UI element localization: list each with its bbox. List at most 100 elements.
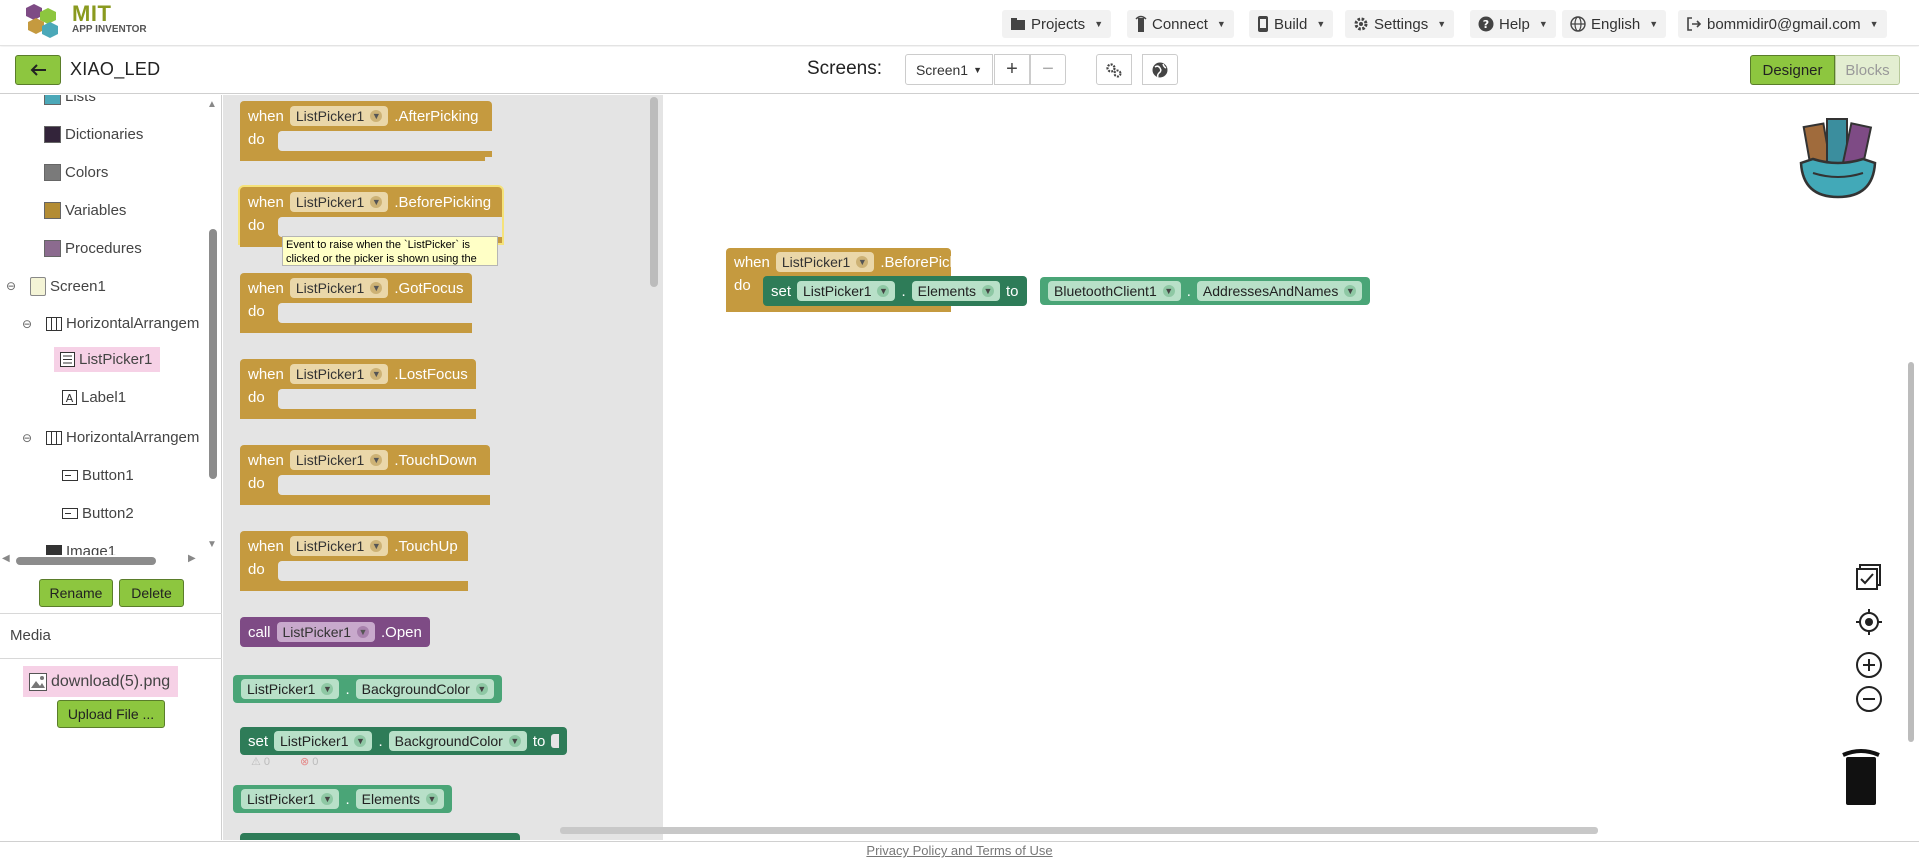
recenter-icon[interactable] — [1855, 608, 1883, 636]
event-block-afterpicking[interactable]: when ListPicker1 ▼ .AfterPicking do — [240, 101, 492, 161]
event-block-touchup[interactable]: when ListPicker1 ▼ .TouchUp do — [240, 531, 468, 591]
privacy-policy-link[interactable]: Privacy Policy and Terms of Use — [866, 843, 1052, 858]
component-dropdown[interactable]: ListPicker1 ▼ — [241, 789, 340, 809]
tree-item-label1[interactable]: A Label1 — [62, 389, 126, 406]
property-dropdown[interactable]: AddressesAndNames ▼ — [1196, 281, 1363, 301]
tree-item-screen1[interactable]: Screen1 — [30, 277, 106, 296]
horizontal-arrangement-icon — [46, 316, 62, 331]
setter-block-backgroundcolor[interactable]: set ListPicker1 ▼ . BackgroundColor ▼ to — [240, 727, 568, 755]
event-name: .BeforePicking — [880, 253, 978, 271]
event-block-lostfocus[interactable]: when ListPicker1 ▼ .LostFocus do — [240, 359, 476, 419]
zoom-out-icon[interactable] — [1855, 685, 1883, 713]
top-navigation-bar: MIT APP INVENTOR Projects ▼ Connect ▼ Buil… — [0, 0, 1919, 46]
component-dropdown[interactable]: BluetoothClient1 ▼ — [1048, 281, 1181, 301]
upload-file-button[interactable]: Upload File ... — [57, 700, 165, 728]
property-dropdown[interactable]: BackgroundColor ▼ — [388, 731, 527, 751]
tree-item-dictionaries[interactable]: Dictionaries — [44, 126, 143, 143]
app-inventor-logo[interactable]: MIT APP INVENTOR — [24, 0, 147, 40]
tree-item-horizontal-arrangement-2[interactable]: HorizontalArrangem — [46, 429, 199, 446]
backpack-icon[interactable] — [1793, 115, 1883, 201]
error-indicator[interactable]: ⊗ 0 — [300, 755, 318, 769]
component-dropdown[interactable]: ListPicker1 ▼ — [289, 106, 389, 126]
clean-up-icon[interactable] — [1855, 563, 1883, 593]
settings-label: Settings — [1374, 15, 1429, 33]
help-menu[interactable]: ? Help ▼ — [1470, 10, 1556, 38]
chevron-down-icon: ▼ — [370, 454, 383, 466]
back-button[interactable] — [15, 55, 61, 85]
scrollbar-thumb[interactable] — [209, 229, 217, 479]
language-menu[interactable]: English ▼ — [1562, 10, 1667, 38]
collapse-toggle-icon[interactable]: ⊖ — [22, 431, 32, 445]
scroll-right-icon[interactable]: ▶ — [188, 553, 196, 564]
account-menu[interactable]: bommidir0@gmail.com ▼ — [1678, 10, 1887, 38]
tree-horizontal-scrollbar[interactable]: ◀ ▶ — [2, 553, 204, 567]
component-dropdown[interactable]: ListPicker1 ▼ — [289, 536, 389, 556]
block-footer — [240, 151, 485, 161]
blocks-tree: Lists Dictionaries Colors Variables Proc… — [0, 95, 205, 555]
scrollbar-thumb[interactable] — [16, 557, 156, 565]
scroll-left-icon[interactable]: ◀ — [2, 553, 10, 564]
media-file-item[interactable]: download(5).png — [23, 666, 179, 697]
scroll-down-icon[interactable]: ▼ — [207, 539, 217, 550]
tree-item-colors[interactable]: Colors — [44, 164, 108, 181]
workspace-setter-block[interactable]: set ListPicker1 ▼ . Elements ▼ to — [763, 276, 1027, 306]
workspace-vertical-scrollbar[interactable] — [1908, 362, 1914, 742]
tree-item-button1[interactable]: Button1 — [62, 467, 134, 484]
rename-button[interactable]: Rename — [39, 579, 113, 607]
remove-screen-button[interactable]: − — [1030, 54, 1066, 85]
tree-item-variables[interactable]: Variables — [44, 202, 126, 219]
getter-block-backgroundcolor[interactable]: ListPicker1 ▼ . BackgroundColor ▼ — [233, 675, 502, 703]
projects-menu[interactable]: Projects ▼ — [1002, 10, 1112, 38]
component-dropdown[interactable]: ListPicker1 ▼ — [289, 364, 389, 384]
warning-indicators[interactable]: ⚠ 0 ⊗ 0 — [251, 755, 318, 769]
component-dropdown[interactable]: ListPicker1 ▼ — [775, 252, 875, 272]
scroll-up-icon[interactable]: ▲ — [207, 99, 217, 110]
connect-menu[interactable]: Connect ▼ — [1127, 10, 1234, 38]
property-dropdown[interactable]: Elements ▼ — [355, 789, 444, 809]
component-dropdown[interactable]: ListPicker1 ▼ — [274, 731, 373, 751]
tree-item-procedures[interactable]: Procedures — [44, 240, 142, 257]
designer-button[interactable]: Designer — [1750, 55, 1835, 85]
event-block-beforepicking[interactable]: when ListPicker1 ▼ .BeforePicking do — [240, 187, 502, 247]
dictionaries-swatch-icon — [44, 126, 61, 143]
drawer-scrollbar[interactable] — [650, 97, 658, 287]
component-dropdown[interactable]: ListPicker1 ▼ — [797, 281, 896, 301]
method-block-open[interactable]: call ListPicker1 ▼ .Open — [240, 617, 430, 647]
warning-indicator[interactable]: ⚠ 0 — [251, 755, 270, 769]
delete-button[interactable]: Delete — [119, 579, 184, 607]
component-dropdown[interactable]: ListPicker1 ▼ — [289, 278, 389, 298]
component-dropdown[interactable]: ListPicker1 ▼ — [276, 622, 375, 642]
project-properties-button[interactable] — [1096, 54, 1132, 85]
event-block-touchdown[interactable]: when ListPicker1 ▼ .TouchDown do — [240, 445, 490, 505]
zoom-in-icon[interactable] — [1855, 651, 1883, 679]
event-block-gotfocus[interactable]: when ListPicker1 ▼ .GotFocus do — [240, 273, 472, 333]
tree-item-image1[interactable]: Image1 — [46, 543, 116, 555]
component-dropdown[interactable]: ListPicker1 ▼ — [241, 679, 340, 699]
collapse-toggle-icon[interactable]: ⊖ — [22, 317, 32, 331]
settings-menu[interactable]: Settings ▼ — [1345, 10, 1455, 38]
button-icon — [62, 470, 78, 481]
collapse-toggle-icon[interactable]: ⊖ — [6, 279, 16, 293]
build-menu[interactable]: Build ▼ — [1249, 10, 1334, 38]
component-dropdown[interactable]: ListPicker1 ▼ — [289, 192, 389, 212]
component-dropdown[interactable]: ListPicker1 ▼ — [289, 450, 389, 470]
property-dropdown[interactable]: Elements ▼ — [911, 281, 1001, 301]
publish-gallery-button[interactable] — [1142, 54, 1178, 85]
add-screen-button[interactable]: + — [994, 54, 1030, 85]
tree-vertical-scrollbar[interactable]: ▲ ▼ — [207, 99, 219, 555]
tree-item-horizontal-arrangement-1[interactable]: HorizontalArrangem — [46, 315, 199, 332]
property-dropdown[interactable]: BackgroundColor ▼ — [355, 679, 494, 699]
getter-block-elements[interactable]: ListPicker1 ▼ . Elements ▼ — [233, 785, 452, 813]
workspace-getter-block[interactable]: BluetoothClient1 ▼ . AddressesAndNames ▼ — [1040, 277, 1371, 305]
tree-item-listpicker1[interactable]: ListPicker1 — [54, 347, 161, 372]
trash-icon[interactable] — [1839, 747, 1883, 807]
blocks-button[interactable]: Blocks — [1835, 55, 1900, 85]
tree-item-label: Colors — [65, 164, 109, 181]
blocks-workspace[interactable]: when ListPicker1 ▼ .BeforePicking do set … — [663, 95, 1919, 840]
workspace-horizontal-scrollbar[interactable] — [560, 827, 1598, 834]
tree-item-label: Procedures — [65, 240, 142, 257]
tree-item-lists[interactable]: Lists — [44, 95, 96, 105]
screen-dropdown[interactable]: Screen1 ▼ — [905, 54, 993, 85]
setter-block-elements-partial[interactable] — [240, 833, 520, 840]
tree-item-button2[interactable]: Button2 — [62, 505, 134, 522]
